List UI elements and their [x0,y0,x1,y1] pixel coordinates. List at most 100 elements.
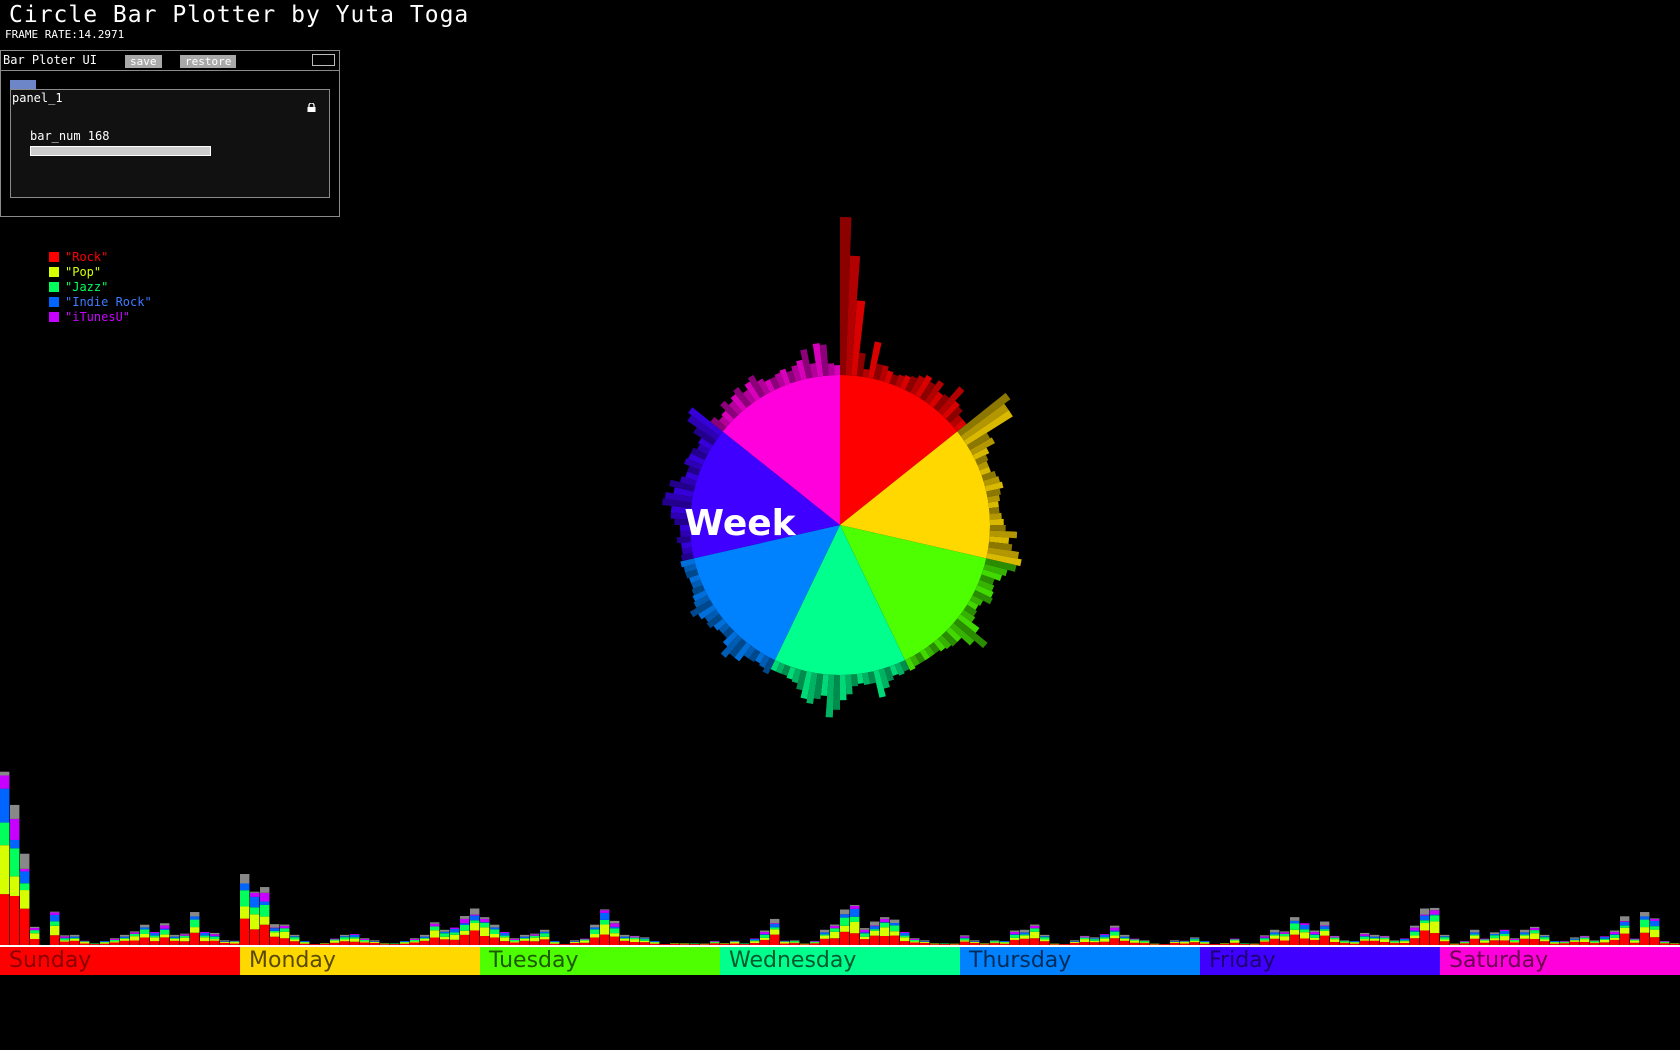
stack-segment [1510,938,1520,939]
stack-segment [900,932,910,936]
stack-segment [530,935,540,938]
stack-segment [260,901,270,906]
radial-week-chart [661,217,1022,718]
stack-segment [770,923,780,928]
stack-segment [660,944,670,945]
stack-segment [500,937,510,942]
stack-segment [410,941,420,943]
stack-segment [1330,936,1340,938]
stack-segment [1050,943,1060,945]
stack-segment [240,874,250,884]
stack-segment [490,927,500,930]
stack-segment [1390,940,1400,942]
stack-segment [1650,926,1660,930]
stack-segment [840,909,850,915]
stack-segment [1170,940,1180,942]
stack-segment [1430,915,1440,922]
stack-segment [580,938,590,940]
stack-segment [770,923,780,924]
stack-segment [100,940,110,942]
stack-segment [1290,929,1300,935]
stack-segment [250,892,260,897]
stack-segment [1420,908,1430,915]
stack-segment [1510,938,1520,940]
stack-segment [1190,938,1200,940]
stack-segment [620,936,630,938]
stack-segment [160,928,170,930]
stack-segment [470,914,480,916]
stack-segment [0,845,10,895]
stack-segment [980,943,990,945]
stack-segment [360,940,370,942]
stack-segment [1080,939,1090,943]
stack-segment [240,890,250,907]
stack-segment [1400,938,1410,939]
stack-segment [1360,935,1370,937]
stack-segment [150,932,160,936]
stack-segment [1090,937,1100,939]
stack-segment [1640,927,1650,933]
stack-segment [1000,943,1010,945]
stack-segment [1310,930,1320,932]
stack-segment [280,924,290,926]
stack-segment [590,937,600,945]
stack-segment [560,944,570,945]
stack-segment [290,936,300,938]
stack-segment [1610,931,1620,935]
stack-segment [700,943,710,945]
stack-segment [1390,941,1400,943]
stack-segment [220,942,230,945]
stack-segment [1530,939,1540,945]
stack-segment [1110,930,1120,932]
stack-segment [450,927,460,929]
stack-segment [1520,935,1530,939]
stack-segment [1430,907,1440,911]
stack-segment [890,919,900,924]
stack-segment [330,938,340,940]
stack-segment [410,942,420,945]
stack-segment [250,891,260,893]
stack-segment [1010,935,1020,938]
stack-segment [10,848,20,877]
stack-segment [750,943,760,945]
stack-segment [900,935,910,938]
stack-segment [1380,936,1390,938]
stack-segment [350,934,360,938]
stack-segment [1180,943,1190,945]
stack-segment [880,936,890,945]
stack-segment [1300,924,1310,930]
stack-segment [510,940,520,942]
stack-segment [1480,938,1490,940]
stack-segment [1490,934,1500,936]
stack-segment [260,924,270,945]
stack-segment [1330,935,1340,937]
stack-segment [720,943,730,945]
stack-segment [610,936,620,945]
stack-segment [130,931,140,933]
stack-segment [420,936,430,938]
stack-segment [1460,942,1470,944]
stack-segment [1230,938,1240,940]
stack-segment [130,940,140,945]
stack-segment [490,937,500,945]
stack-segment [440,939,450,945]
stack-segment [780,940,790,942]
stack-segment [1550,941,1560,943]
stack-segment [1660,940,1670,942]
stack-segment [1420,930,1430,945]
stack-segment [890,923,900,926]
stack-segment [1460,940,1470,942]
stack-segment [860,933,870,937]
stack-segment [450,932,460,935]
stack-segment [1560,943,1570,945]
stack-segment [1190,940,1200,943]
stack-segment [1420,920,1430,924]
stack-segment [280,938,290,945]
stack-segment [210,935,220,937]
stack-segment [1470,929,1480,933]
stack-segment [20,868,30,872]
stack-segment [160,937,170,945]
stack-segment [430,922,440,924]
stack-segment [350,941,360,945]
stack-segment [1090,938,1100,940]
